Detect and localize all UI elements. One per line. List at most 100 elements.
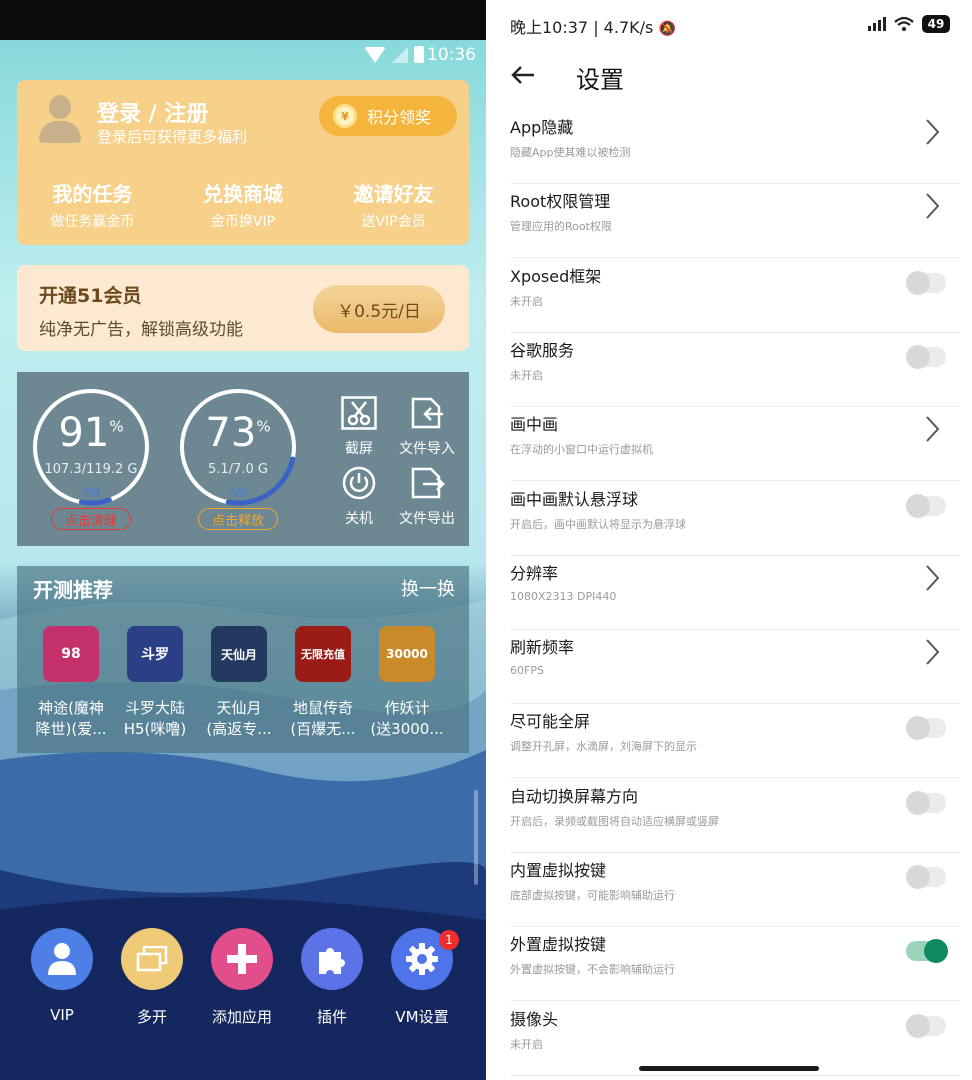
settings-row[interactable]: 分辨率 1080X2313 DPI440 — [510, 556, 960, 630]
toggle-knob — [906, 1013, 930, 1038]
multi-window-icon — [121, 928, 183, 990]
nav-plugins-label: 插件 — [316, 1008, 347, 1026]
settings-row-title: 分辨率 — [510, 563, 559, 583]
memory-gauge: 73% 5.1/7.0 G 内存 — [177, 386, 299, 508]
settings-row-title: 自动切换屏幕方向 — [510, 786, 639, 806]
toggle-switch[interactable] — [906, 493, 946, 518]
game-item[interactable]: 天仙月 天仙月 (高返专... — [200, 626, 278, 740]
game-name: 地鼠传奇 (百爆无... — [290, 699, 356, 738]
file-export-icon — [411, 467, 445, 499]
toggle-switch[interactable] — [906, 716, 946, 741]
power-off-tool[interactable]: 关机 — [324, 466, 394, 528]
toggle-switch[interactable] — [906, 344, 946, 369]
clean-storage-button[interactable]: 点击清理 — [51, 508, 131, 530]
nav-vip[interactable]: VIP — [22, 928, 102, 1024]
recommend-card: 开测推荐 换一换 98 神途(魔神 降世)(爱... 斗罗 斗罗大陆 H5(咪噜… — [17, 566, 469, 753]
settings-row-description: 开启后，画中画默认将显示为悬浮球 — [510, 517, 686, 531]
game-icon: 30000 — [379, 626, 435, 682]
game-item[interactable]: 无限充值 地鼠传奇 (百爆无... — [284, 626, 362, 740]
game-icon: 斗罗 — [127, 626, 183, 682]
settings-row[interactable]: 画中画默认悬浮球 开启后，画中画默认将显示为悬浮球 — [510, 482, 960, 556]
status-time: 10:36 — [427, 45, 476, 65]
file-import-tool[interactable]: 文件导入 — [392, 396, 462, 458]
toggle-switch[interactable] — [906, 939, 948, 964]
file-export-tool[interactable]: 文件导出 — [392, 466, 462, 528]
toggle-knob — [906, 790, 930, 815]
toggle-knob — [906, 716, 930, 741]
settings-row[interactable]: 外置虚拟按键外置虚拟按键，不会影响辅助运行 — [510, 927, 960, 1002]
screenshot-tool[interactable]: 截屏 — [324, 396, 394, 458]
recommend-title: 开测推荐 — [33, 578, 113, 602]
notification-badge: 1 — [439, 930, 459, 950]
avatar-icon[interactable] — [37, 95, 83, 145]
nav-multi-open[interactable]: 多开 — [112, 928, 192, 1027]
claim-points-button[interactable]: ¥ 积分领奖 — [319, 96, 457, 136]
settings-row[interactable]: Root权限管理 管理应用的Root权限 — [510, 184, 960, 259]
settings-row[interactable]: 尽可能全屏 调整开孔屏，水滴屏，刘海屏下的显示 — [510, 704, 960, 779]
file-import-label: 文件导入 — [399, 441, 455, 457]
vip-banner-subtitle: 纯净无广告，解锁高级功能 — [39, 320, 243, 340]
invite-friends-link[interactable]: 邀请好友 送VIP会员 — [318, 178, 469, 231]
my-tasks-sub: 做任务赢金币 — [50, 214, 135, 230]
chevron-right-icon[interactable] — [924, 192, 940, 220]
settings-row[interactable]: Xposed框架 未开启 — [510, 259, 960, 333]
settings-row-description: 隐藏App使其难以被检测 — [510, 146, 631, 159]
settings-row-title: 内置虚拟按键 — [510, 861, 607, 880]
vip-banner[interactable]: 开通51会员 纯净无广告，解锁高级功能 ￥0.5元/日 — [17, 265, 469, 351]
game-name: 斗罗大陆 H5(咪噜) — [123, 699, 187, 738]
coin-icon: ¥ — [333, 104, 357, 128]
gear-icon: 1 — [391, 928, 459, 990]
toggle-switch[interactable] — [906, 790, 946, 815]
settings-row[interactable]: 内置虚拟按键 底部虚拟按键，可能影响辅助运行 — [510, 853, 960, 927]
claim-points-label: 积分领奖 — [367, 108, 432, 127]
nav-plugins[interactable]: 插件 — [292, 928, 372, 1027]
settings-row[interactable]: App隐藏 隐藏App使其难以被检测 — [510, 110, 960, 184]
nav-add-app[interactable]: 添加应用 — [202, 928, 282, 1027]
settings-row-description: 外置虚拟按键，不会影响辅助运行 — [510, 963, 675, 977]
my-tasks-link[interactable]: 我的任务 做任务赢金币 — [17, 178, 168, 231]
toggle-switch[interactable] — [906, 270, 946, 295]
settings-header: 设置 — [486, 52, 972, 98]
game-item[interactable]: 30000 作妖计 (送3000... — [368, 626, 446, 740]
toggle-switch[interactable] — [906, 865, 946, 889]
free-memory-button[interactable]: 点击释放 — [198, 508, 278, 530]
refresh-link[interactable]: 换一换 — [401, 575, 455, 601]
game-item[interactable]: 斗罗 斗罗大陆 H5(咪噜) — [116, 626, 194, 740]
file-export-label: 文件导出 — [399, 511, 455, 527]
chevron-right-icon[interactable] — [924, 638, 940, 666]
settings-row[interactable]: 刷新频率 60FPS — [510, 630, 960, 705]
vip-price-button[interactable]: ￥0.5元/日 — [313, 285, 445, 333]
camera-bar — [0, 0, 486, 40]
game-item[interactable]: 98 神途(魔神 降世)(爱... — [32, 626, 110, 740]
chevron-right-icon[interactable] — [924, 415, 940, 443]
bell-muted-icon: 🔕 — [658, 21, 676, 37]
login-card[interactable]: 登录 / 注册 登录后可获得更多福利 ¥ 积分领奖 我的任务 做任务赢金币 兑换… — [17, 80, 469, 245]
settings-row-description: 在浮动的小窗口中运行虚拟机 — [510, 443, 653, 457]
home-indicator[interactable] — [639, 1066, 819, 1071]
exchange-store-link[interactable]: 兑换商城 金币换VIP — [168, 178, 319, 231]
toggle-knob — [906, 493, 930, 518]
status-bar-text: 晚上10:37 | 4.7K/s 🔕 — [510, 14, 676, 38]
toggle-switch[interactable] — [906, 1013, 946, 1038]
settings-row[interactable]: 谷歌服务 未开启 — [510, 333, 960, 407]
settings-row-description: 管理应用的Root权限 — [510, 220, 612, 234]
toggle-knob — [924, 939, 948, 964]
scrollbar[interactable] — [474, 790, 478, 885]
chevron-right-icon[interactable] — [924, 118, 940, 146]
settings-row-description: 60FPS — [510, 664, 544, 678]
settings-row-description: 未开启 — [510, 368, 543, 382]
chevron-right-icon[interactable] — [924, 564, 940, 592]
nav-vm-settings[interactable]: 1 VM设置 — [382, 928, 462, 1027]
back-arrow-icon[interactable] — [508, 60, 538, 90]
settings-row[interactable]: 自动切换屏幕方向开启后，录频或截图将自动适应横屏或竖屏 — [510, 779, 960, 853]
settings-row[interactable]: 画中画 在浮动的小窗口中运行虚拟机 — [510, 407, 960, 482]
memory-detail: 5.1/7.0 G — [208, 462, 268, 477]
settings-row-title: 外置虚拟按键 — [510, 935, 607, 955]
storage-detail: 107.3/119.2 G — [44, 462, 138, 477]
settings-row[interactable]: 摄像头 未开启 — [510, 1002, 960, 1076]
login-title[interactable]: 登录 / 注册 — [97, 96, 208, 128]
toggle-knob — [906, 344, 930, 369]
storage-gauge: 91% 107.3/119.2 G 存储 — [30, 386, 152, 508]
settings-row-description: 开启后，录频或截图将自动适应横屏或竖屏 — [510, 814, 719, 828]
scissors-icon — [341, 396, 377, 430]
